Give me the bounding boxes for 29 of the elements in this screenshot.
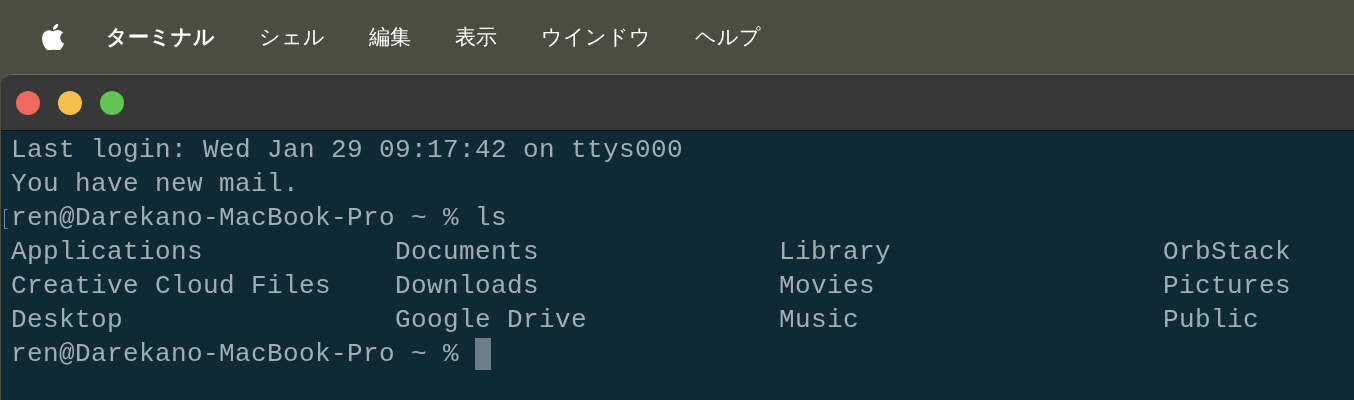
cursor <box>475 338 492 371</box>
output-line: You have new mail. <box>11 168 301 201</box>
file-name: Music <box>779 304 860 337</box>
menu-item[interactable]: 表示 <box>455 23 497 51</box>
prompt: ren@Darekano-MacBook-Pro ~ % <box>11 203 460 233</box>
command-text: ls <box>475 203 508 233</box>
menu-item[interactable]: ヘルプ <box>695 23 761 51</box>
menu-item[interactable]: シェル <box>259 23 325 51</box>
mark-icon <box>4 209 8 229</box>
file-name: Applications <box>11 236 205 269</box>
output-line: Last login: Wed Jan 29 09:17:42 on ttys000 <box>11 134 685 167</box>
file-name: Downloads <box>395 270 541 303</box>
file-name: Movies <box>779 270 876 303</box>
file-name: Public <box>1163 304 1260 337</box>
file-name: Desktop <box>11 304 125 337</box>
minimize-icon[interactable] <box>58 90 82 115</box>
zoom-icon[interactable] <box>100 90 124 115</box>
apple-icon[interactable] <box>42 24 64 50</box>
file-name: Pictures <box>1163 270 1293 303</box>
file-name: Google Drive <box>395 304 589 337</box>
file-name: Documents <box>395 236 541 269</box>
prompt: ren@Darekano-MacBook-Pro ~ % <box>11 339 460 369</box>
close-icon[interactable] <box>16 90 40 115</box>
menu-item[interactable]: ターミナル <box>106 23 215 51</box>
menu-item[interactable]: ウインドウ <box>541 23 651 51</box>
file-name: Library <box>779 236 893 269</box>
file-name: Creative Cloud Files <box>11 270 333 303</box>
menu-item[interactable]: 編集 <box>369 23 411 51</box>
file-name: OrbStack <box>1163 236 1293 269</box>
